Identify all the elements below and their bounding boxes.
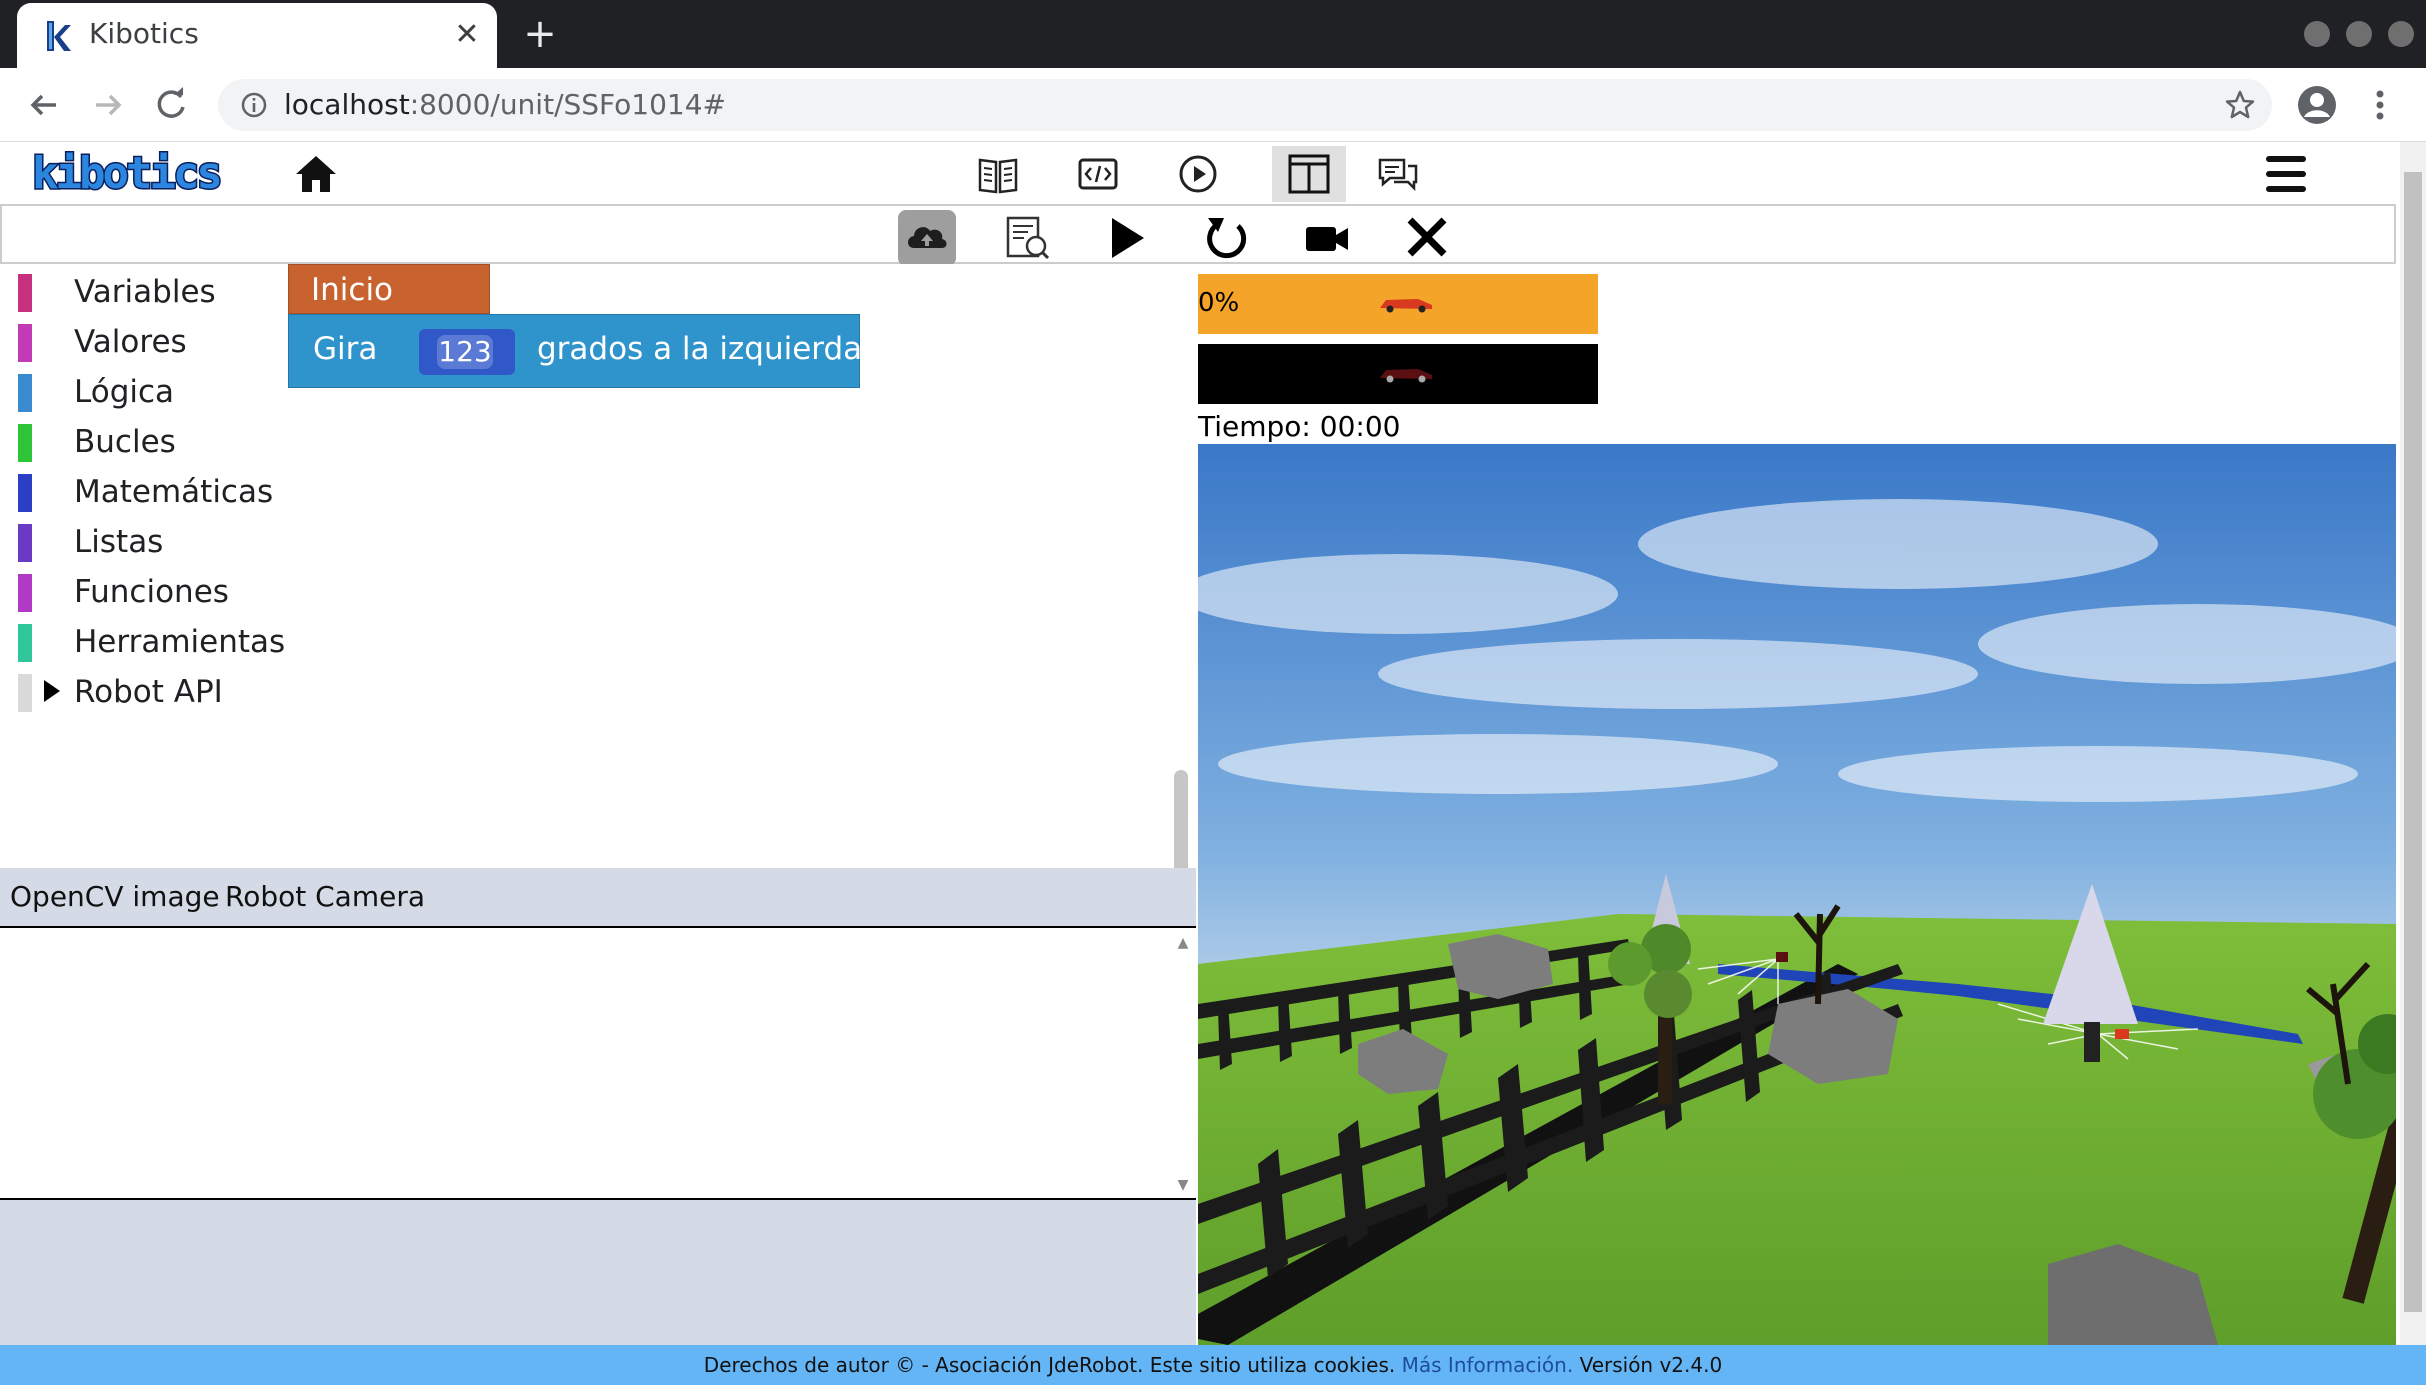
action-bar [0,204,2396,266]
category-label: Robot API [74,674,223,710]
kibotics-logo[interactable]: kibotics [30,148,226,200]
category-color-bar [18,624,32,662]
category-color-bar [18,474,32,512]
code-inspect-icon[interactable] [998,210,1056,266]
close-window-button[interactable] [2388,21,2414,47]
category-color-bar [18,424,32,462]
category-label: Bucles [74,424,176,460]
site-info-icon[interactable] [240,91,268,119]
close-stop-icon[interactable] [1398,210,1456,266]
category-color-bar [18,574,32,612]
output-console[interactable]: ▲ ▼ [0,928,1196,1200]
category-color-bar [18,524,32,562]
opponent-car-icon [1380,369,1432,383]
category-label: Listas [74,524,164,560]
run-play-icon[interactable] [1098,210,1156,266]
category-label: Matemáticas [74,474,274,510]
footer-version: Versión v2.4.0 [1579,1353,1723,1377]
simulator-panel: 0% Tiempo: 00:00 [1198,264,2396,1345]
expand-arrow-icon[interactable] [42,678,62,704]
robot-car-2 [2115,1029,2129,1039]
footer-copyright: Derechos de autor © - Asociación JdeRobo… [703,1353,1396,1377]
progress-bar-player: 0% [1198,274,1598,334]
category-color-bar [18,274,32,312]
page-vertical-scrollbar[interactable] [2400,142,2426,1345]
maximize-button[interactable] [2346,21,2372,47]
start-block[interactable]: Inicio [288,264,490,314]
browser-menu-icon[interactable] [2368,84,2392,126]
play-video-icon[interactable] [1174,150,1222,198]
address-bar[interactable]: localhost:8000/unit/SSFo1014# [218,79,2272,131]
category-label: Funciones [74,574,229,610]
turn-block-suffix: grados a la izquierda [537,331,863,367]
more-info-link[interactable]: Más Información. [1402,1353,1574,1377]
start-block-label: Inicio [311,272,394,308]
split-layout-icon[interactable] [1272,146,1346,202]
degrees-number-block[interactable]: 123 [419,329,515,375]
race-timer: Tiempo: 00:00 [1198,410,1401,443]
reload-icon[interactable] [150,83,194,127]
url-host: localhost [284,88,410,121]
footer-bar: Derechos de autor © - Asociación JdeRobo… [0,1345,2426,1385]
tab-title: Kibotics [89,17,199,50]
progress-bar-opponent [1198,344,1598,404]
turn-block-prefix: Gira [313,331,378,367]
tab-robot-camera[interactable]: Robot Camera [225,880,425,913]
page-scrollbar-thumb[interactable] [2404,172,2422,1312]
category-label: Herramientas [74,624,286,660]
back-arrow-icon[interactable] [22,83,66,127]
home-icon[interactable] [292,150,340,198]
degrees-value-field[interactable]: 123 [437,335,493,369]
category-label: Variables [74,274,216,310]
console-scroll-up-icon[interactable]: ▲ [1176,936,1190,950]
camera-record-icon[interactable] [1298,210,1356,266]
profile-avatar-icon[interactable] [2296,84,2338,126]
category-label: Lógica [74,374,175,410]
code-view-icon[interactable] [1074,150,1122,198]
minimize-button[interactable] [2304,21,2330,47]
tab-close-icon[interactable]: ✕ [449,17,485,53]
upload-cloud-icon[interactable] [898,210,956,266]
kibotics-favicon-icon [47,21,71,51]
red-car-icon [1380,299,1432,313]
camera-image-area [0,1200,1196,1345]
robot-car-1 [1776,952,1788,962]
url-path: :8000/unit/SSFo1014# [409,88,726,121]
category-color-bar [18,374,32,412]
logo-text: kibotics [32,148,220,199]
hamburger-menu-icon[interactable] [2262,150,2310,198]
browser-tab[interactable]: Kibotics ✕ [17,3,497,68]
category-color-bar [18,674,32,712]
console-scroll-down-icon[interactable]: ▼ [1176,1178,1190,1192]
new-tab-button[interactable]: + [520,14,560,54]
exercise-book-icon[interactable] [974,150,1022,198]
bookmark-star-icon[interactable] [2224,89,2256,121]
category-color-bar [18,324,32,362]
tab-opencv-image[interactable]: OpenCV image [10,880,220,913]
browser-tab-bar: Kibotics ✕ + [0,0,2426,68]
chat-forum-icon[interactable] [1374,150,1422,198]
progress-percent: 0% [1198,288,1240,318]
reset-icon[interactable] [1198,210,1256,266]
camera-panel-tabs: OpenCV image Robot Camera [0,868,1196,928]
app-header: kibotics [0,142,2400,204]
forward-arrow-icon[interactable] [86,83,130,127]
turn-left-block[interactable]: Gira 123 grados a la izquierda [288,314,863,388]
category-label: Valores [74,324,187,360]
url-text: localhost:8000/unit/SSFo1014# [284,88,726,121]
3d-simulation-scene[interactable] [1198,444,2396,1345]
browser-toolbar: localhost:8000/unit/SSFo1014# [0,68,2426,142]
